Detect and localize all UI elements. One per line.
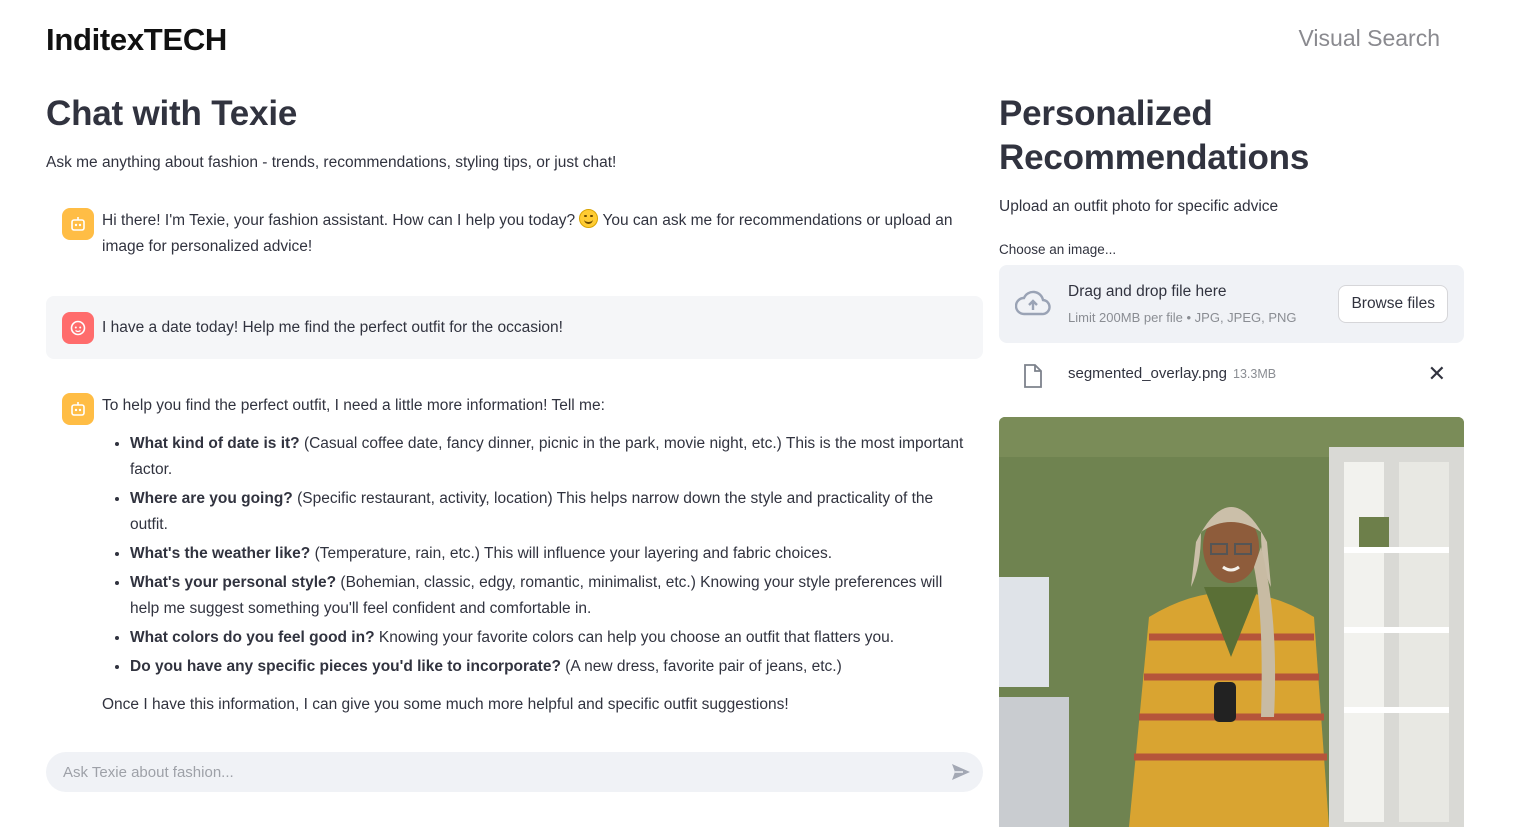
list-item-bold: What's your personal style?	[130, 574, 337, 591]
reply-intro: To help you find the perfect outfit, I n…	[102, 397, 605, 414]
list-item-text: (A new dress, favorite pair of jeans, et…	[560, 658, 842, 675]
list-item: What kind of date is it? (Casual coffee …	[130, 431, 967, 483]
bot-avatar-icon	[62, 393, 94, 425]
dropzone-title: Drag and drop file here	[1068, 283, 1227, 300]
close-icon[interactable]: ✕	[1428, 363, 1446, 385]
recommendations-panel: Personalized Recommendations Upload an o…	[999, 92, 1464, 827]
brand-logo[interactable]: InditexTECH	[46, 22, 227, 58]
list-item: What's the weather like? (Temperature, r…	[130, 541, 967, 567]
chat-input-bar	[46, 752, 983, 792]
user-avatar-icon	[62, 312, 94, 344]
list-item: What's your personal style? (Bohemian, c…	[130, 570, 967, 622]
chat-subtitle: Ask me anything about fashion - trends, …	[46, 154, 617, 171]
reply-outro: Once I have this information, I can give…	[102, 696, 789, 713]
bot-avatar-icon	[62, 208, 94, 240]
reply-list: What kind of date is it? (Casual coffee …	[102, 431, 967, 680]
user-message: I have a date today! Help me find the pe…	[46, 296, 983, 359]
nav-visual-search[interactable]: Visual Search	[1299, 25, 1441, 52]
bot-message-reply: To help you find the perfect outfit, I n…	[46, 379, 983, 732]
greeting-text-1: Hi there! I'm Texie, your fashion assist…	[102, 212, 576, 229]
browse-files-button[interactable]: Browse files	[1338, 285, 1448, 323]
list-item-bold: Do you have any specific pieces you'd li…	[130, 658, 561, 675]
list-item: Where are you going? (Specific restauran…	[130, 486, 967, 538]
list-item: What colors do you feel good in? Knowing…	[130, 625, 967, 651]
cloud-upload-icon	[1015, 290, 1051, 316]
file-icon	[1024, 364, 1042, 388]
file-size: 13.3MB	[1233, 367, 1277, 381]
send-icon[interactable]	[951, 762, 971, 782]
list-item-bold: Where are you going?	[130, 490, 293, 507]
user-message-text: I have a date today! Help me find the pe…	[102, 319, 563, 336]
recommendations-subtitle: Upload an outfit photo for specific advi…	[999, 198, 1279, 215]
uploaded-file-row: segmented_overlay.png 13.3MB ✕	[999, 343, 1464, 407]
list-item-bold: What's the weather like?	[130, 545, 311, 562]
uploaded-image-preview	[999, 417, 1464, 827]
list-item-bold: What colors do you feel good in?	[130, 629, 375, 646]
list-item: Do you have any specific pieces you'd li…	[130, 654, 967, 680]
file-name: segmented_overlay.png	[1068, 365, 1227, 382]
dropzone-limit: Limit 200MB per file • JPG, JPEG, PNG	[1068, 310, 1297, 325]
bot-message-greeting: Hi there! I'm Texie, your fashion assist…	[46, 194, 983, 274]
uploader-label: Choose an image...	[999, 242, 1117, 257]
list-item-bold: What kind of date is it?	[130, 435, 300, 452]
chat-input[interactable]	[46, 752, 923, 792]
chat-title: Chat with Texie	[46, 94, 298, 133]
file-dropzone[interactable]: Drag and drop file here Limit 200MB per …	[999, 265, 1464, 343]
list-item-text: Knowing your favorite colors can help yo…	[374, 629, 895, 646]
list-item-text: (Temperature, rain, etc.) This will infl…	[310, 545, 833, 562]
chat-panel: Chat with Texie Ask me anything about fa…	[46, 92, 983, 792]
recommendations-title: Personalized Recommendations	[999, 94, 1310, 177]
smiling-emoji-icon	[579, 209, 599, 228]
